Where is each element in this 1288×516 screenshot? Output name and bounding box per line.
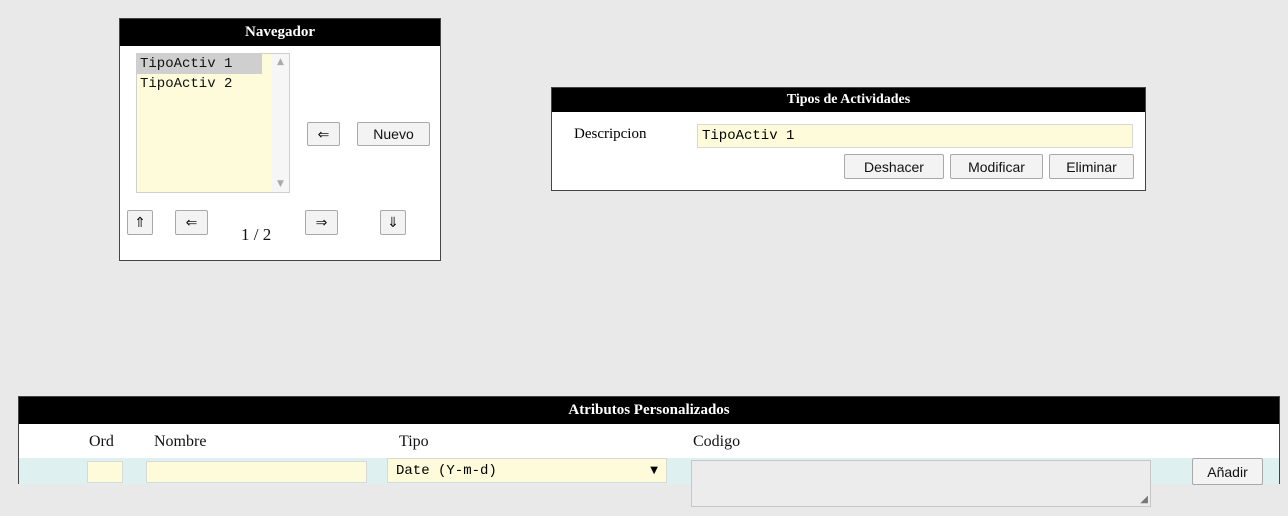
- scroll-down-icon[interactable]: ▼: [272, 179, 289, 189]
- atributos-panel: Atributos Personalizados Ord Nombre Tipo…: [18, 396, 1280, 507]
- tipos-title: Tipos de Actividades: [552, 88, 1145, 112]
- navegador-list[interactable]: TipoActiv 1 TipoActiv 2 ▲ ▼: [136, 53, 290, 193]
- col-codigo-header: Codigo: [693, 433, 741, 450]
- deshacer-button[interactable]: Deshacer: [844, 154, 944, 179]
- first-button[interactable]: ⇑: [127, 210, 153, 235]
- tipos-panel: Tipos de Actividades Descripcion TipoAct…: [551, 87, 1146, 191]
- col-nombre-header: Nombre: [154, 433, 207, 450]
- scroll-up-icon[interactable]: ▲: [272, 57, 289, 67]
- record-counter: 1 / 2: [241, 225, 272, 244]
- resize-handle-icon[interactable]: ◢: [1140, 494, 1148, 505]
- navegador-title: Navegador: [120, 19, 440, 46]
- list-scrollbar[interactable]: ▲ ▼: [272, 54, 289, 192]
- tipo-select[interactable]: Date (Y-m-d) ▼: [387, 458, 667, 483]
- descripcion-input[interactable]: TipoActiv 1: [697, 124, 1133, 148]
- next-button[interactable]: ⇒: [305, 210, 338, 235]
- nombre-input[interactable]: [146, 461, 367, 483]
- back-button[interactable]: ⇐: [307, 122, 340, 146]
- codigo-textarea[interactable]: ◢: [691, 460, 1151, 507]
- prev-button[interactable]: ⇐: [175, 210, 208, 235]
- atributos-title: Atributos Personalizados: [19, 397, 1279, 424]
- navegador-panel: Navegador TipoActiv 1 TipoActiv 2 ▲ ▼ ⇐ …: [119, 18, 441, 261]
- tipo-select-value: Date (Y-m-d): [396, 463, 497, 479]
- anadir-button[interactable]: Añadir: [1192, 458, 1263, 485]
- eliminar-button[interactable]: Eliminar: [1049, 154, 1134, 179]
- list-item[interactable]: TipoActiv 1: [137, 54, 262, 74]
- col-tipo-header: Tipo: [399, 433, 429, 450]
- descripcion-label: Descripcion: [574, 126, 647, 142]
- list-item[interactable]: TipoActiv 2: [137, 74, 289, 94]
- new-button[interactable]: Nuevo: [357, 122, 430, 146]
- modificar-button[interactable]: Modificar: [950, 154, 1043, 179]
- last-button[interactable]: ⇓: [380, 210, 406, 235]
- dropdown-arrow-icon: ▼: [650, 465, 658, 476]
- ord-input[interactable]: [87, 461, 123, 483]
- col-ord-header: Ord: [89, 433, 114, 450]
